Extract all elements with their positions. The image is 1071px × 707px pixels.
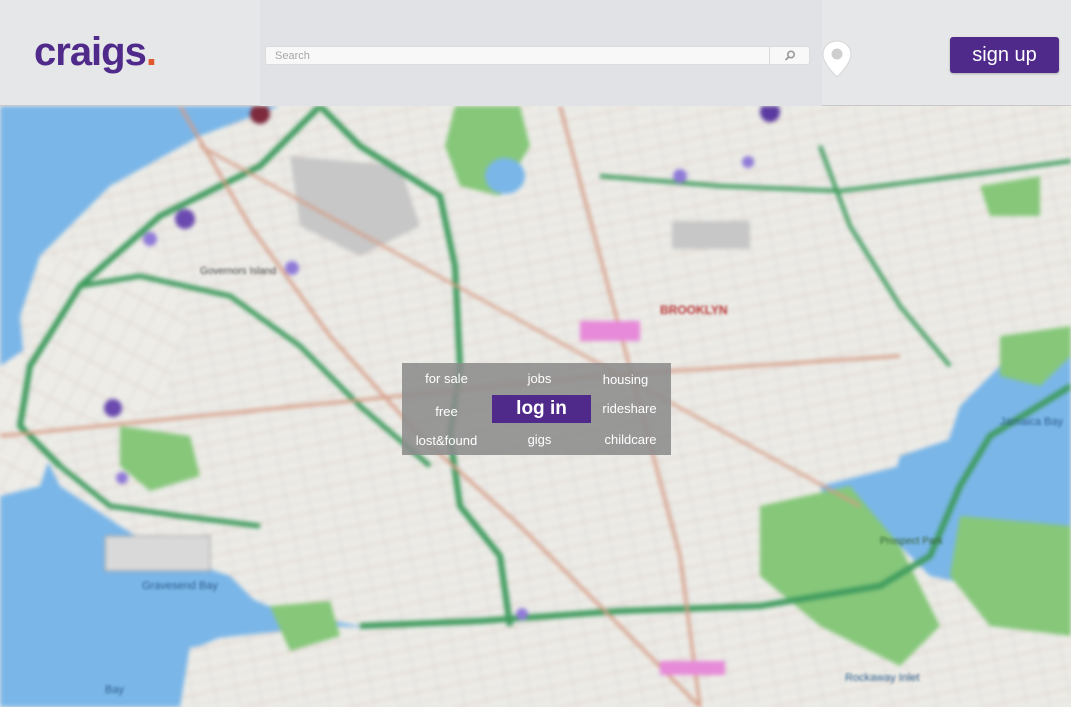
category-free[interactable]: free [402, 404, 491, 420]
category-panel: for sale jobs housing free log in ridesh… [402, 363, 671, 455]
category-rideshare[interactable]: rideshare [585, 401, 674, 417]
map-label-brooklyn: BROOKLYN [660, 303, 728, 317]
category-for-sale[interactable]: for sale [402, 371, 491, 387]
map-pin-icon [822, 40, 852, 78]
map-label-rockaway: Rockaway Inlet [845, 672, 920, 684]
map-label-jamaica-bay: Jamaica Bay [1000, 416, 1063, 428]
sign-up-button[interactable]: sign up [950, 37, 1059, 73]
map-label-prospect-park: Prospect Park [880, 536, 943, 547]
category-housing[interactable]: housing [581, 372, 670, 388]
header-bar: craigs. sign up [0, 0, 1071, 106]
category-jobs[interactable]: jobs [495, 371, 584, 387]
category-gigs[interactable]: gigs [495, 432, 584, 448]
map-label-governors-island: Governors Island [200, 266, 277, 277]
category-childcare[interactable]: childcare [586, 432, 675, 448]
logo-text: craigs [34, 30, 147, 74]
logo-dot: . [145, 30, 157, 74]
location-button[interactable] [822, 40, 852, 78]
log-in-button[interactable]: log in [492, 395, 591, 423]
search-button[interactable] [769, 47, 809, 64]
map-label-gravesend-bay: Gravesend Bay [142, 580, 218, 592]
category-lost-found[interactable]: lost&found [402, 433, 491, 449]
craigs-logo[interactable]: craigs. [34, 30, 157, 75]
map-label-bay: Bay [105, 684, 124, 696]
search-bar [265, 46, 810, 65]
magnifier-icon [784, 50, 795, 61]
search-input[interactable] [266, 47, 769, 64]
